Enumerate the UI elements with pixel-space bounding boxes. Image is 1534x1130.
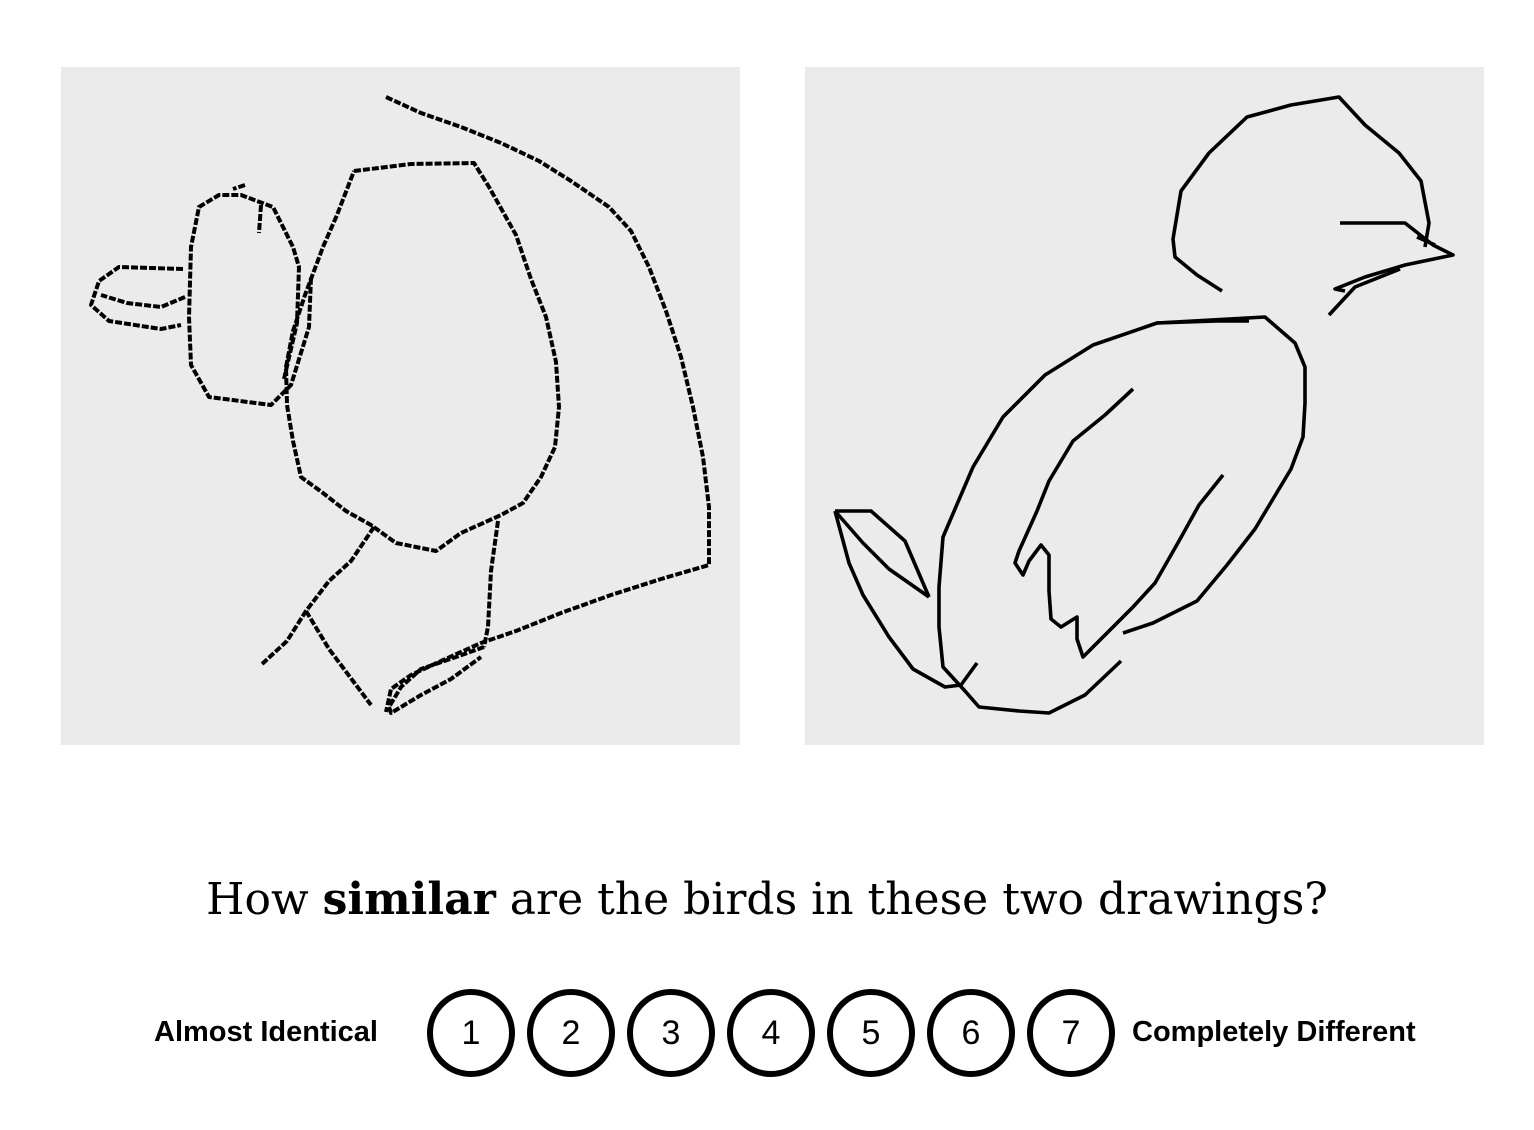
left-drawing-panel bbox=[61, 67, 740, 745]
question-emphasis: similar bbox=[322, 874, 496, 925]
rating-button-3[interactable]: 3 bbox=[627, 989, 715, 1077]
scale-left-label: Almost Identical bbox=[154, 1016, 378, 1048]
rating-button-6[interactable]: 6 bbox=[927, 989, 1015, 1077]
rating-button-4[interactable]: 4 bbox=[727, 989, 815, 1077]
rating-button-7[interactable]: 7 bbox=[1027, 989, 1115, 1077]
question-text: How similar are the birds in these two d… bbox=[0, 868, 1534, 932]
question-suffix: are the birds in these two drawings? bbox=[495, 874, 1328, 925]
left-bird-sketch bbox=[89, 95, 711, 715]
right-bird-sketch bbox=[833, 95, 1455, 715]
right-drawing-panel bbox=[805, 67, 1484, 745]
scale-right-label: Completely Different bbox=[1132, 1016, 1416, 1048]
question-prefix: How bbox=[206, 874, 323, 925]
rating-scale: Almost Identical 1 2 3 4 5 6 7 Completel… bbox=[0, 987, 1534, 1077]
rating-button-5[interactable]: 5 bbox=[827, 989, 915, 1077]
rating-button-1[interactable]: 1 bbox=[427, 989, 515, 1077]
rating-button-2[interactable]: 2 bbox=[527, 989, 615, 1077]
